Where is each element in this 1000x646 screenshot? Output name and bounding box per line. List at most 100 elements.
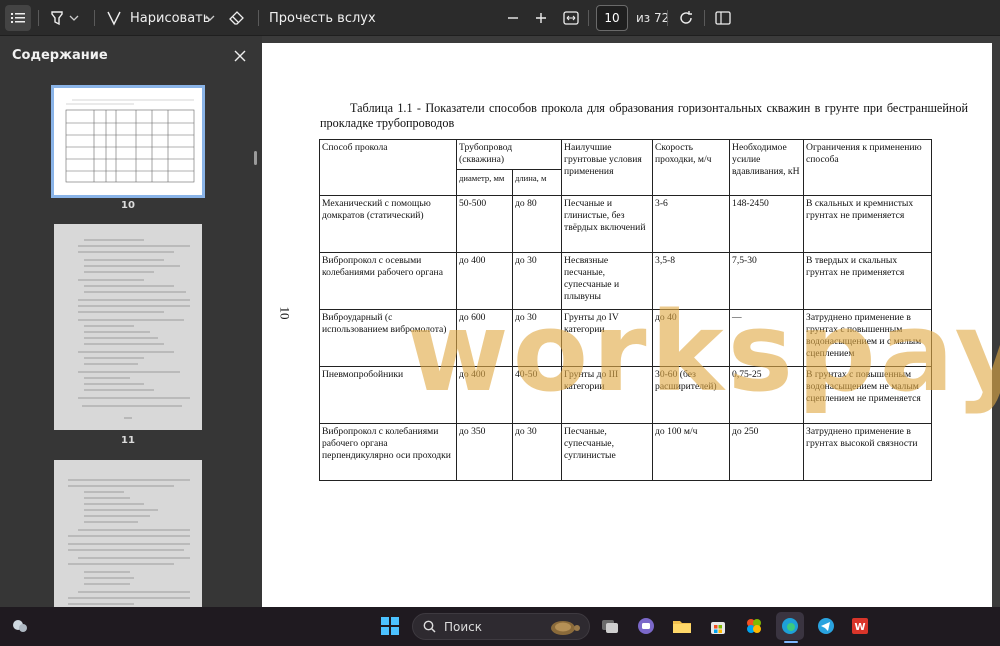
cell-force: до 250: [729, 423, 805, 481]
cell-soil: Песчаные, супесчаные, суглинистые: [561, 423, 654, 481]
highlighter-icon: [51, 11, 63, 26]
table-row: Виброударный (с использованием вибромоло…: [319, 309, 933, 367]
store-button[interactable]: [704, 612, 732, 640]
page-number-input[interactable]: 10: [596, 5, 628, 31]
chevron-down-icon: [69, 15, 79, 21]
search-icon: [423, 620, 436, 633]
header-pipe: Трубопровод (скважина): [455, 139, 563, 170]
fit-width-icon: [563, 11, 579, 25]
highlight-dropdown[interactable]: [64, 0, 84, 36]
toolbar-separator: [667, 10, 668, 26]
start-button[interactable]: [376, 612, 404, 640]
header-length: длина, м: [511, 169, 563, 196]
cell-soil: Несвязные песчаные, супесчаные и плывуны: [561, 252, 654, 310]
header-force: Необходимое усилие вдавливания, кН: [729, 139, 805, 196]
cell-limits: В грунтах с повышенным водонасыщением не…: [803, 366, 933, 424]
table-row: Вибропрокол с осевыми колебаниями рабоче…: [319, 252, 933, 310]
telegram-button[interactable]: [812, 612, 840, 640]
sidebar-title: Содержание: [12, 48, 108, 63]
eraser-button[interactable]: [224, 0, 250, 36]
taskbar-search[interactable]: Поиск: [412, 613, 590, 640]
cell-limits: В скальных и кремнистых грунтах не приме…: [803, 195, 933, 253]
pen-triangle-icon: [107, 11, 121, 26]
book-view-icon: [715, 11, 731, 25]
thumbnail-text-preview: [78, 239, 190, 419]
toolbar-separator: [588, 10, 589, 26]
thumbnail-table-preview: [65, 99, 195, 183]
cell-length: до 30: [511, 309, 563, 367]
cell-limits: Затруднено применение в грунтах высокой …: [803, 423, 933, 481]
thumbnail-text-preview: [68, 479, 190, 605]
table-header-row: Способ прокола Трубопровод (скважина) На…: [319, 139, 933, 196]
cell-method: Пневмопробойники: [319, 366, 457, 424]
thumbnail-page-11[interactable]: [54, 224, 202, 430]
cell-limits: В твердых и скальных грунтах не применяе…: [803, 252, 933, 310]
store-bag-icon: [711, 622, 725, 634]
header-diameter: диаметр, мм: [456, 169, 513, 196]
file-explorer-button[interactable]: [668, 612, 696, 640]
weather-icon: [13, 620, 27, 632]
svg-text:W: W: [854, 622, 865, 633]
header-speed: Скорость проходки, м/ч: [652, 139, 731, 196]
read-aloud-label: Прочесть вслух: [269, 10, 376, 26]
chevron-down-icon: [205, 15, 215, 21]
cell-length: до 80: [511, 195, 563, 253]
contents-toggle-button[interactable]: [5, 5, 31, 31]
document-viewport[interactable]: 10 Таблица 1.1 - Показатели способов про…: [262, 36, 1000, 607]
edge-icon: [782, 618, 798, 634]
edge-browser-button[interactable]: [776, 612, 804, 640]
document-page: 10 Таблица 1.1 - Показатели способов про…: [262, 43, 1000, 607]
read-aloud-button[interactable]: Прочесть вслух: [269, 0, 376, 36]
thumbnail-page-12[interactable]: [54, 460, 202, 610]
cell-force: 7,5-30: [729, 252, 805, 310]
plus-icon: [536, 13, 546, 23]
cell-soil: Грунты до III категории: [561, 366, 654, 424]
zoom-in-button[interactable]: [528, 0, 554, 36]
toolbar-separator: [704, 10, 705, 26]
cell-soil: Грунты до IV категории: [561, 309, 654, 367]
cell-speed: до 40: [652, 309, 731, 367]
chat-app-button[interactable]: [632, 612, 660, 640]
cell-length: до 30: [511, 252, 563, 310]
task-view-button[interactable]: [596, 612, 624, 640]
draw-dropdown[interactable]: [200, 0, 220, 36]
cell-length: до 30: [511, 423, 563, 481]
cell-method: Механический с помощью домкратов (статич…: [319, 195, 457, 253]
list-icon: [11, 13, 25, 23]
thumbnail-page-10[interactable]: [51, 85, 205, 198]
rotate-icon: [680, 11, 692, 24]
sidebar-scrollbar[interactable]: [254, 151, 257, 165]
page-number: 10: [277, 306, 293, 320]
fit-page-button[interactable]: [558, 0, 584, 36]
next-document-page: [354, 581, 882, 607]
cell-length: 40-50: [511, 366, 563, 424]
header-method: Способ прокола: [319, 139, 457, 196]
zoom-out-button[interactable]: [500, 0, 526, 36]
rotate-button[interactable]: [673, 0, 699, 36]
cell-force: —: [729, 309, 805, 367]
cell-diameter: 50-500: [456, 195, 513, 253]
eraser-icon: [229, 11, 244, 25]
task-view-icon: [602, 620, 618, 633]
cell-limits: Затруднено применение в грунтах с повыше…: [803, 309, 933, 367]
toolbar-separator: [258, 10, 259, 26]
table-row: Пневмопробойники до 400 40-50 Грунты до …: [319, 366, 933, 424]
table-caption: Таблица 1.1 - Показатели способов прокол…: [320, 101, 968, 130]
cell-diameter: до 600: [456, 309, 513, 367]
cell-diameter: до 350: [456, 423, 513, 481]
pdf-toolbar: Нарисовать Прочесть вслух 10 из 72: [0, 0, 1000, 36]
cell-diameter: до 400: [456, 366, 513, 424]
draw-label: Нарисовать: [130, 10, 211, 26]
close-sidebar-button[interactable]: [230, 46, 250, 66]
word-button[interactable]: W: [846, 612, 874, 640]
pinwheel-icon: [747, 619, 761, 633]
windows-logo-icon: [381, 617, 399, 635]
header-soil: Наилучшие грунтовые условия применения: [561, 139, 654, 196]
cell-soil: Песчаные и глинистые, без твёрдых включе…: [561, 195, 654, 253]
photos-button[interactable]: [740, 612, 768, 640]
cell-force: 148-2450: [729, 195, 805, 253]
methods-table: Способ прокола Трубопровод (скважина) На…: [319, 139, 933, 481]
page-view-button[interactable]: [710, 0, 736, 36]
draw-button[interactable]: Нарисовать: [106, 0, 210, 36]
widgets-button[interactable]: [6, 612, 34, 640]
